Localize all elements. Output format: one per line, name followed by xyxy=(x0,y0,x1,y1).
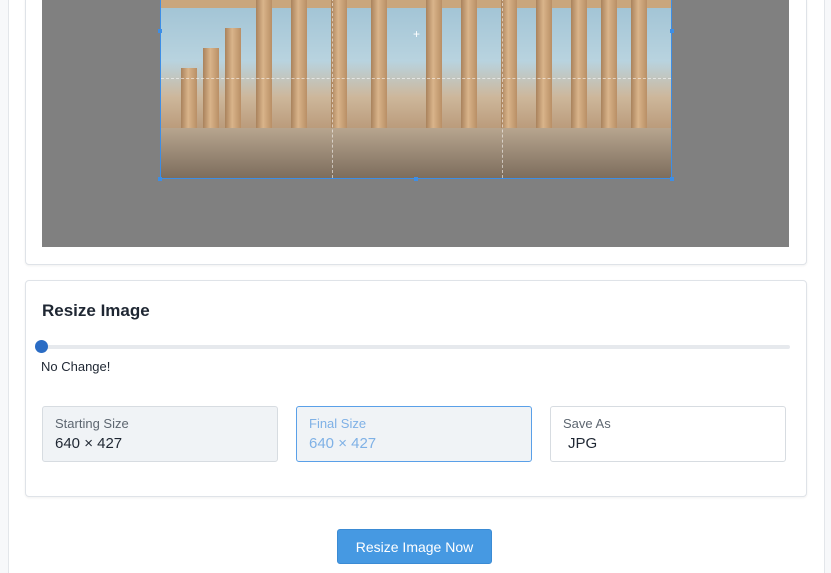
starting-size-field: Starting Size 640 × 427 xyxy=(42,406,278,462)
final-size-value[interactable]: 640 × 427 xyxy=(309,435,376,452)
starting-size-label: Starting Size xyxy=(55,416,129,431)
column xyxy=(571,0,587,148)
crop-handle[interactable] xyxy=(414,177,418,181)
save-as-label: Save As xyxy=(563,416,611,431)
resize-image-now-button[interactable]: Resize Image Now xyxy=(337,529,492,564)
preview-canvas: + xyxy=(42,0,789,247)
resize-title: Resize Image xyxy=(42,301,150,320)
column xyxy=(256,0,272,148)
final-size-label: Final Size xyxy=(309,416,367,431)
column xyxy=(371,0,387,148)
crop-guide-line xyxy=(332,0,333,178)
column xyxy=(426,0,442,148)
column xyxy=(331,0,347,148)
crop-handle[interactable] xyxy=(158,177,162,181)
column xyxy=(601,0,617,148)
final-size-field[interactable]: Final Size 640 × 427 xyxy=(296,406,532,462)
resize-image-card: Resize Image No Change! Starting Size 64… xyxy=(25,280,807,497)
slider-caption: No Change! xyxy=(41,359,111,374)
column xyxy=(536,0,552,148)
rubble xyxy=(161,128,671,178)
crop-handle[interactable] xyxy=(670,177,674,181)
starting-size-value: 640 × 427 xyxy=(55,435,123,452)
preview-image[interactable]: + xyxy=(160,0,672,179)
image-preview-card: + xyxy=(25,0,807,265)
column xyxy=(461,0,477,148)
save-as-value[interactable]: JPG xyxy=(568,435,597,452)
crop-guide-line xyxy=(161,78,671,79)
column xyxy=(291,0,307,148)
resize-slider-track[interactable] xyxy=(41,345,790,349)
column xyxy=(631,0,647,148)
crop-handle[interactable] xyxy=(158,29,162,33)
crop-handle[interactable] xyxy=(670,29,674,33)
crosshair-icon: + xyxy=(413,27,421,41)
crop-guide-line xyxy=(502,0,503,178)
entablature xyxy=(161,0,671,8)
resize-slider-thumb[interactable] xyxy=(35,340,48,353)
save-as-select[interactable]: Save As JPG xyxy=(550,406,786,462)
column xyxy=(501,0,517,148)
